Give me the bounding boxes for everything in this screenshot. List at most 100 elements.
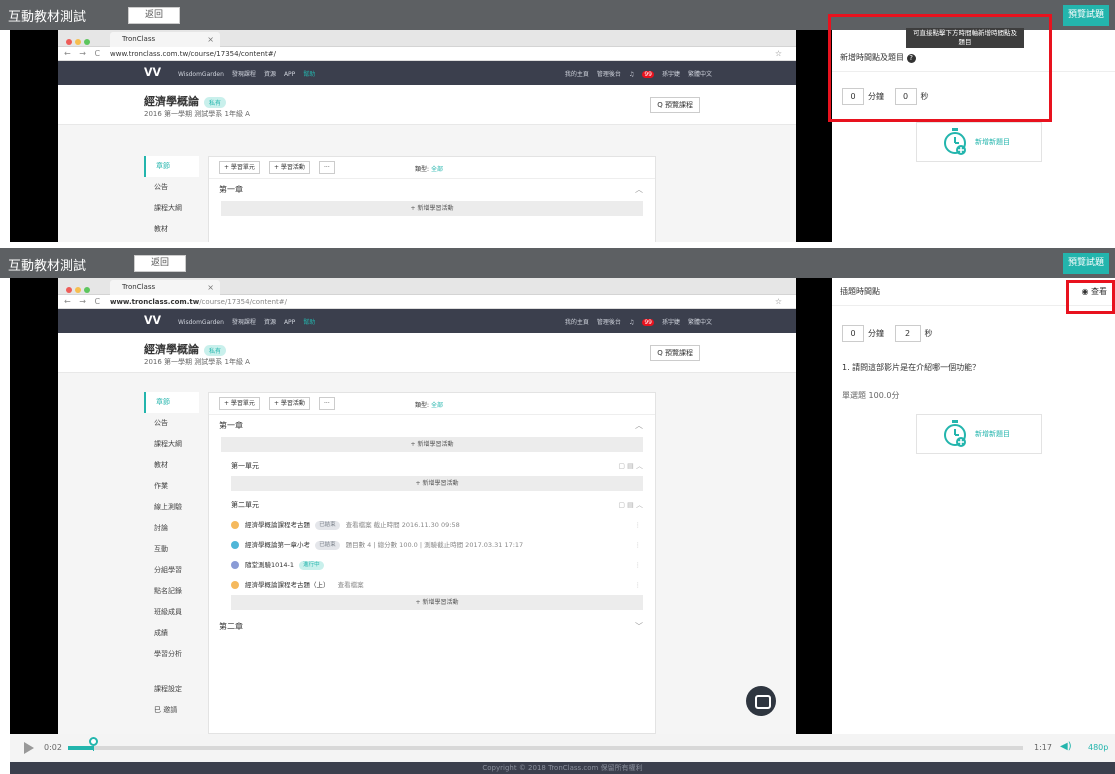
activity-row: 經濟學概論課程考古題（上） 查看檔案 ⋮	[209, 575, 655, 595]
content-toolbar: + 學習單元 + 學習活動 ··· 類型: 全部	[209, 393, 655, 415]
course-title: 經濟學概論 私有	[144, 93, 227, 109]
course-sidebar: 章節 公告 課程大綱 教材	[144, 156, 199, 240]
add-activity-bar: + 新增學習活動	[231, 595, 643, 610]
address-bar: ← → C www.tronclass.com.tw/course/17354/…	[58, 295, 796, 309]
more-icon: ⋮	[634, 581, 642, 589]
sidebar-item: 討論	[154, 524, 168, 532]
sidebar-item: 成績	[154, 629, 168, 637]
sidebar-item: 公告	[154, 183, 168, 191]
close-tab-icon: ×	[207, 35, 214, 44]
top-app-bar-second: 互動教材測試 返回 預覽試題	[0, 248, 1115, 278]
back-button[interactable]: 返回	[128, 7, 180, 24]
sidebar-item: 班級成員	[154, 608, 182, 616]
current-time: 0:02	[44, 743, 62, 752]
new-question-card[interactable]: 新增新題目	[916, 414, 1042, 454]
course-subtitle: 2016 第一學期 測試學系 1年級 A	[144, 110, 250, 118]
site-nav-right: 我的主頁 管理後台 ♫ 99 孫宇婕 繁體中文	[564, 71, 712, 78]
volume-icon[interactable]: ◀)	[1060, 741, 1072, 752]
browser-tab: TronClass ×	[110, 32, 220, 47]
sidebar-item: 公告	[154, 419, 168, 427]
activity-icon	[231, 541, 239, 549]
sidebar-item: 互動	[154, 545, 168, 553]
sidebar-item: 巳 邀請	[154, 706, 178, 714]
activity-row: 經濟學概論第一章小考 已結束 題目數 4 | 總分數 100.0 | 測驗截止時間…	[209, 535, 655, 555]
play-icon[interactable]	[24, 742, 34, 754]
bell-icon: ♫	[628, 319, 635, 326]
browser-tabbar: TronClass ×	[58, 278, 796, 295]
browser-tab: TronClass ×	[110, 280, 220, 295]
highlight-box-view	[1066, 280, 1115, 314]
address-bar: ← → C www.tronclass.com.tw/course/17354/…	[58, 47, 796, 61]
content-box: + 學習單元 + 學習活動 ··· 類型: 全部 第一章 ︿ + 新增學習活動 第…	[208, 392, 656, 734]
activity-icon	[231, 581, 239, 589]
activity-row: 經濟學概論課程考古題 已結束 查看檔案 截止時間 2016.11.30 09:58…	[209, 515, 655, 535]
sidebar-item: 課程大綱	[154, 204, 182, 212]
seconds-input[interactable]: 2	[894, 325, 921, 342]
total-time: 1:17	[1034, 743, 1052, 752]
bookmark-star-icon: ☆	[774, 49, 782, 58]
preview-questions-button[interactable]: 預覽試題	[1063, 253, 1109, 274]
chapter-row: 第二章 ﹀	[209, 616, 655, 638]
sidebar-item: 課程大綱	[154, 440, 182, 448]
timeline-progress	[68, 746, 93, 750]
video-frame-top[interactable]: TronClass × ← → C www.tronclass.com.tw/co…	[10, 30, 832, 242]
back-button[interactable]: 返回	[134, 255, 186, 272]
sidebar-item: 作業	[154, 482, 168, 490]
unit-row: 第一單元 ▢ ▤ ︿	[209, 456, 655, 476]
minutes-input[interactable]: 0	[842, 325, 864, 342]
course-title: 經濟學概論 私有	[144, 341, 227, 357]
sidebar-item: 教材	[154, 225, 168, 233]
chevron-up-icon: ︿	[635, 185, 643, 194]
highlight-box-top	[828, 14, 1052, 122]
content-box: + 學習單元 + 學習活動 ··· 類型: 全部 第一章 ︿ + 新增學習活動	[208, 156, 656, 242]
new-question-card[interactable]: 新增新題目	[916, 122, 1042, 162]
site-logo-icon: ᐯᐯ	[144, 66, 162, 79]
sidebar-item: 線上測驗	[154, 503, 182, 511]
browser-window: TronClass × ← → C www.tronclass.com.tw/co…	[58, 278, 796, 734]
add-activity-bar: + 新增學習活動	[221, 437, 643, 452]
unit-actions-icon: ▢ ▤ ︿	[618, 462, 643, 470]
bookmark-star-icon: ☆	[774, 297, 782, 306]
type-filter: 類型: 全部	[415, 166, 443, 173]
chevron-down-icon: ﹀	[635, 622, 643, 631]
app-title: 互動教材測試	[8, 259, 87, 274]
question-text[interactable]: 1. 請問這部影片是在介紹哪一個功能？	[842, 362, 980, 373]
add-activity-bar: + 新增學習活動	[221, 201, 643, 216]
sidebar-item: 分組學習	[154, 566, 182, 574]
nav-arrows-icon: ← → C	[64, 297, 104, 306]
chapter-row: 第一章 ︿	[209, 415, 655, 437]
site-nav: ᐯᐯ WisdomGarden 發現課程 資源 APP 幫助 我的主頁 管理後台 ♫ 99 孫宇…	[58, 309, 796, 333]
timer-add-icon	[944, 420, 966, 447]
course-sidebar: 章節 公告 課程大綱 教材 作業 線上測驗 討論 互動 分組學習 點名記錄 班級…	[144, 392, 199, 721]
footer: Copyright © 2018 TronClass.com 保留所有權利	[10, 762, 1115, 774]
timeline-knob-icon[interactable]	[88, 737, 98, 751]
preview-questions-button[interactable]: 預覽試題	[1063, 5, 1109, 26]
content-toolbar: + 學習單元 + 學習活動 ··· 類型: 全部	[209, 157, 655, 179]
question-meta: 單選題 100.0分	[842, 391, 900, 400]
type-filter: 類型: 全部	[415, 402, 443, 409]
app-title: 互動教材測試	[8, 10, 87, 25]
url-text: www.tronclass.com.tw/course/17354/conten…	[110, 50, 276, 58]
preview-course-button: Q 預覽課程	[650, 345, 700, 361]
timer-add-icon	[944, 128, 966, 155]
site-nav-left: WisdomGarden 發現課程 資源 APP 幫助	[178, 71, 316, 78]
video-player-controls: 0:02 1:17 ◀) 480p	[10, 734, 1115, 762]
video-frame-bottom[interactable]: TronClass × ← → C www.tronclass.com.tw/co…	[10, 278, 832, 734]
site-nav-left: WisdomGarden 發現課程 資源 APP 幫助	[178, 319, 316, 326]
activity-icon	[231, 561, 239, 569]
question-panel-bottom: 插題時間點 ◉ 查看 0 分鐘 2秒 1. 請問這部影片是在介紹哪一個功能？ 單選…	[832, 278, 1115, 734]
site-nav-right: 我的主頁 管理後台 ♫ 99 孫宇婕 繁體中文	[564, 319, 712, 326]
more-icon: ⋮	[634, 541, 642, 549]
unit-row: 第二單元 ▢ ▤ ︿	[209, 495, 655, 515]
quality-selector[interactable]: 480p	[1088, 743, 1108, 752]
sidebar-item: 點名記錄	[154, 587, 182, 595]
close-tab-icon: ×	[207, 283, 214, 292]
chat-button[interactable]	[746, 686, 776, 716]
course-header: 經濟學概論 私有 2016 第一學期 測試學系 1年級 A Q 預覽課程	[58, 85, 796, 125]
timeline-track[interactable]	[68, 737, 1023, 751]
sidebar-item: 章節	[144, 156, 199, 177]
add-activity-bar: + 新增學習活動	[231, 476, 643, 491]
site-logo-icon: ᐯᐯ	[144, 314, 162, 327]
unit-actions-icon: ▢ ▤ ︿	[618, 501, 643, 509]
sidebar-item: 教材	[154, 461, 168, 469]
